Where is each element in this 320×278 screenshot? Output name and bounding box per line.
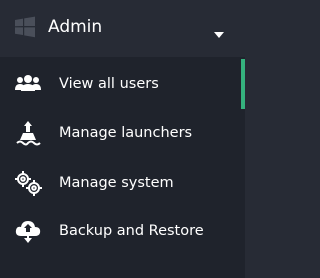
admin-header[interactable]: Admin — [0, 0, 245, 57]
menu-item-backup-and-restore[interactable]: Backup and Restore — [0, 206, 245, 256]
windows-logo-icon — [14, 16, 36, 38]
menu-item-label: Manage launchers — [59, 125, 193, 141]
menu-item-manage-launchers[interactable]: Manage launchers — [0, 108, 245, 158]
gears-icon — [14, 170, 42, 196]
active-indicator — [241, 59, 245, 109]
menu-item-label: Backup and Restore — [59, 223, 204, 239]
users-icon — [14, 71, 42, 97]
menu-item-label: View all users — [59, 76, 159, 92]
menu-item-manage-system[interactable]: Manage system — [0, 158, 245, 208]
caret-down-icon[interactable] — [214, 23, 224, 38]
header-title: Admin — [48, 17, 103, 37]
menu-item-label: Manage system — [59, 175, 174, 191]
launcher-icon — [14, 120, 42, 146]
admin-menu: View all users Manage launchers Manage s… — [0, 57, 245, 278]
cloud-upload-download-icon — [14, 218, 42, 244]
menu-item-view-all-users[interactable]: View all users — [0, 59, 245, 109]
